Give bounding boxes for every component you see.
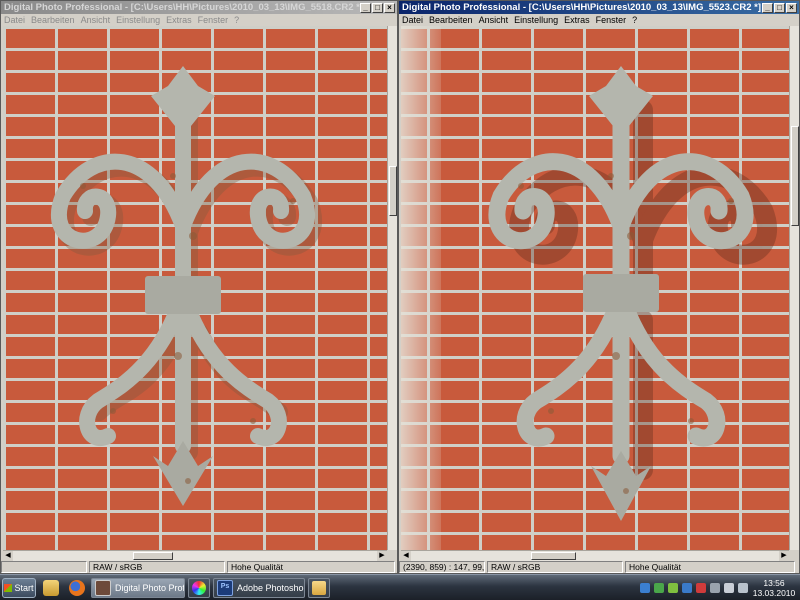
windows-logo-icon: [4, 583, 13, 592]
menu-einstellung[interactable]: Einstellung: [514, 15, 558, 25]
system-tray: 13:56 13.03.2010: [630, 575, 800, 600]
clock-date: 13.03.2010: [752, 587, 796, 598]
task-photoshop[interactable]: Ps Adobe Photoshop CS...: [213, 577, 305, 598]
horizontal-scrollbar[interactable]: ◀ ▶: [3, 550, 387, 561]
image-viewport[interactable]: [3, 26, 387, 550]
wireless-icon[interactable]: [738, 582, 748, 593]
status-coords: [1, 561, 87, 573]
firefox-icon: [69, 579, 85, 596]
vertical-scroll-thumb[interactable]: [791, 126, 799, 226]
maximize-button[interactable]: □: [372, 2, 383, 13]
menu-ansicht[interactable]: Ansicht: [81, 15, 111, 25]
network-icon[interactable]: [640, 582, 650, 593]
dpp-icon: [95, 579, 111, 596]
task-colorwheel[interactable]: [188, 577, 210, 598]
start-button[interactable]: Start: [2, 577, 36, 598]
status-coords: (2390, 859) : 147, 99, 77: [399, 561, 485, 573]
menu-bearbeiten[interactable]: Bearbeiten: [429, 15, 473, 25]
photoshop-icon: Ps: [217, 579, 233, 596]
system-clock[interactable]: 13:56 13.03.2010: [748, 578, 800, 598]
close-button[interactable]: ×: [384, 2, 395, 13]
horizontal-scroll-thumb[interactable]: [531, 552, 576, 560]
usb-icon[interactable]: [668, 582, 678, 593]
status-quality: Hohe Qualität: [625, 561, 795, 573]
vertical-scroll-thumb[interactable]: [389, 166, 397, 216]
task-label: Digital Photo Profe...: [115, 582, 185, 593]
menu-fenster[interactable]: Fenster: [596, 15, 627, 25]
minimize-button[interactable]: _: [360, 2, 371, 13]
menu-extras[interactable]: Extras: [564, 15, 590, 25]
menu-bearbeiten[interactable]: Bearbeiten: [31, 15, 75, 25]
menu-bar: Datei Bearbeiten Ansicht Einstellung Ext…: [1, 14, 397, 26]
menu-einstellung[interactable]: Einstellung: [116, 15, 160, 25]
status-bar: (2390, 859) : 147, 99, 77 RAW / sRGB Hoh…: [399, 561, 799, 573]
status-bar: RAW / sRGB Hohe Qualität: [1, 561, 397, 573]
scroll-right-arrow-icon[interactable]: ▶: [377, 551, 387, 561]
menu-fenster[interactable]: Fenster: [198, 15, 229, 25]
volume-icon[interactable]: [724, 582, 734, 593]
security-icon[interactable]: [696, 582, 706, 593]
task-dpp[interactable]: Digital Photo Profe...: [91, 577, 185, 598]
colorwheel-icon: [192, 580, 206, 595]
minimize-button[interactable]: _: [762, 2, 773, 13]
dpp-window-right[interactable]: Digital Photo Professional - [C:\Users\H…: [398, 0, 800, 574]
taskbar: Start Digital Photo Profe... Ps Adobe Ph…: [0, 574, 800, 600]
scroll-left-arrow-icon[interactable]: ◀: [3, 551, 13, 561]
clock-time: 13:56: [763, 577, 785, 588]
window-title: Digital Photo Professional - [C:\Users\H…: [4, 2, 360, 13]
close-button[interactable]: ×: [786, 2, 797, 13]
menu-bar: Datei Bearbeiten Ansicht Einstellung Ext…: [399, 14, 799, 26]
task-folder[interactable]: [308, 577, 330, 598]
vertical-scrollbar[interactable]: [789, 26, 799, 550]
scroll-right-arrow-icon[interactable]: ▶: [779, 551, 789, 561]
image-viewport[interactable]: [401, 26, 789, 550]
printer-icon[interactable]: [710, 582, 720, 593]
window-title-bar[interactable]: Digital Photo Professional - [C:\Users\H…: [399, 1, 799, 14]
menu-extras[interactable]: Extras: [166, 15, 192, 25]
dpp-window-left[interactable]: Digital Photo Professional - [C:\Users\H…: [0, 0, 398, 574]
window-title-bar[interactable]: Digital Photo Professional - [C:\Users\H…: [1, 1, 397, 14]
horizontal-scroll-thumb[interactable]: [133, 552, 173, 560]
horizontal-scrollbar[interactable]: ◀ ▶: [401, 550, 789, 561]
menu-help[interactable]: ?: [234, 15, 239, 25]
scroll-left-arrow-icon[interactable]: ◀: [401, 551, 411, 561]
shield-icon[interactable]: [654, 582, 664, 593]
menu-datei[interactable]: Datei: [4, 15, 25, 25]
monitor-icon[interactable]: [682, 582, 692, 593]
menu-help[interactable]: ?: [632, 15, 637, 25]
iron-ornament-image: [50, 66, 323, 506]
menu-ansicht[interactable]: Ansicht: [479, 15, 509, 25]
iron-ornament-image: [488, 66, 778, 521]
status-quality: Hohe Qualität: [227, 561, 395, 573]
quick-launch-firefox[interactable]: [66, 578, 88, 598]
explorer-icon: [43, 579, 59, 596]
maximize-button[interactable]: □: [774, 2, 785, 13]
window-title: Digital Photo Professional - [C:\Users\H…: [402, 2, 762, 13]
menu-datei[interactable]: Datei: [402, 15, 423, 25]
start-label: Start: [14, 582, 34, 593]
quick-launch-explorer[interactable]: [40, 578, 62, 598]
status-colorspace: RAW / sRGB: [89, 561, 225, 573]
vertical-scrollbar[interactable]: [387, 26, 397, 550]
task-label: Adobe Photoshop CS...: [237, 582, 305, 593]
status-colorspace: RAW / sRGB: [487, 561, 623, 573]
folder-icon: [312, 580, 326, 595]
